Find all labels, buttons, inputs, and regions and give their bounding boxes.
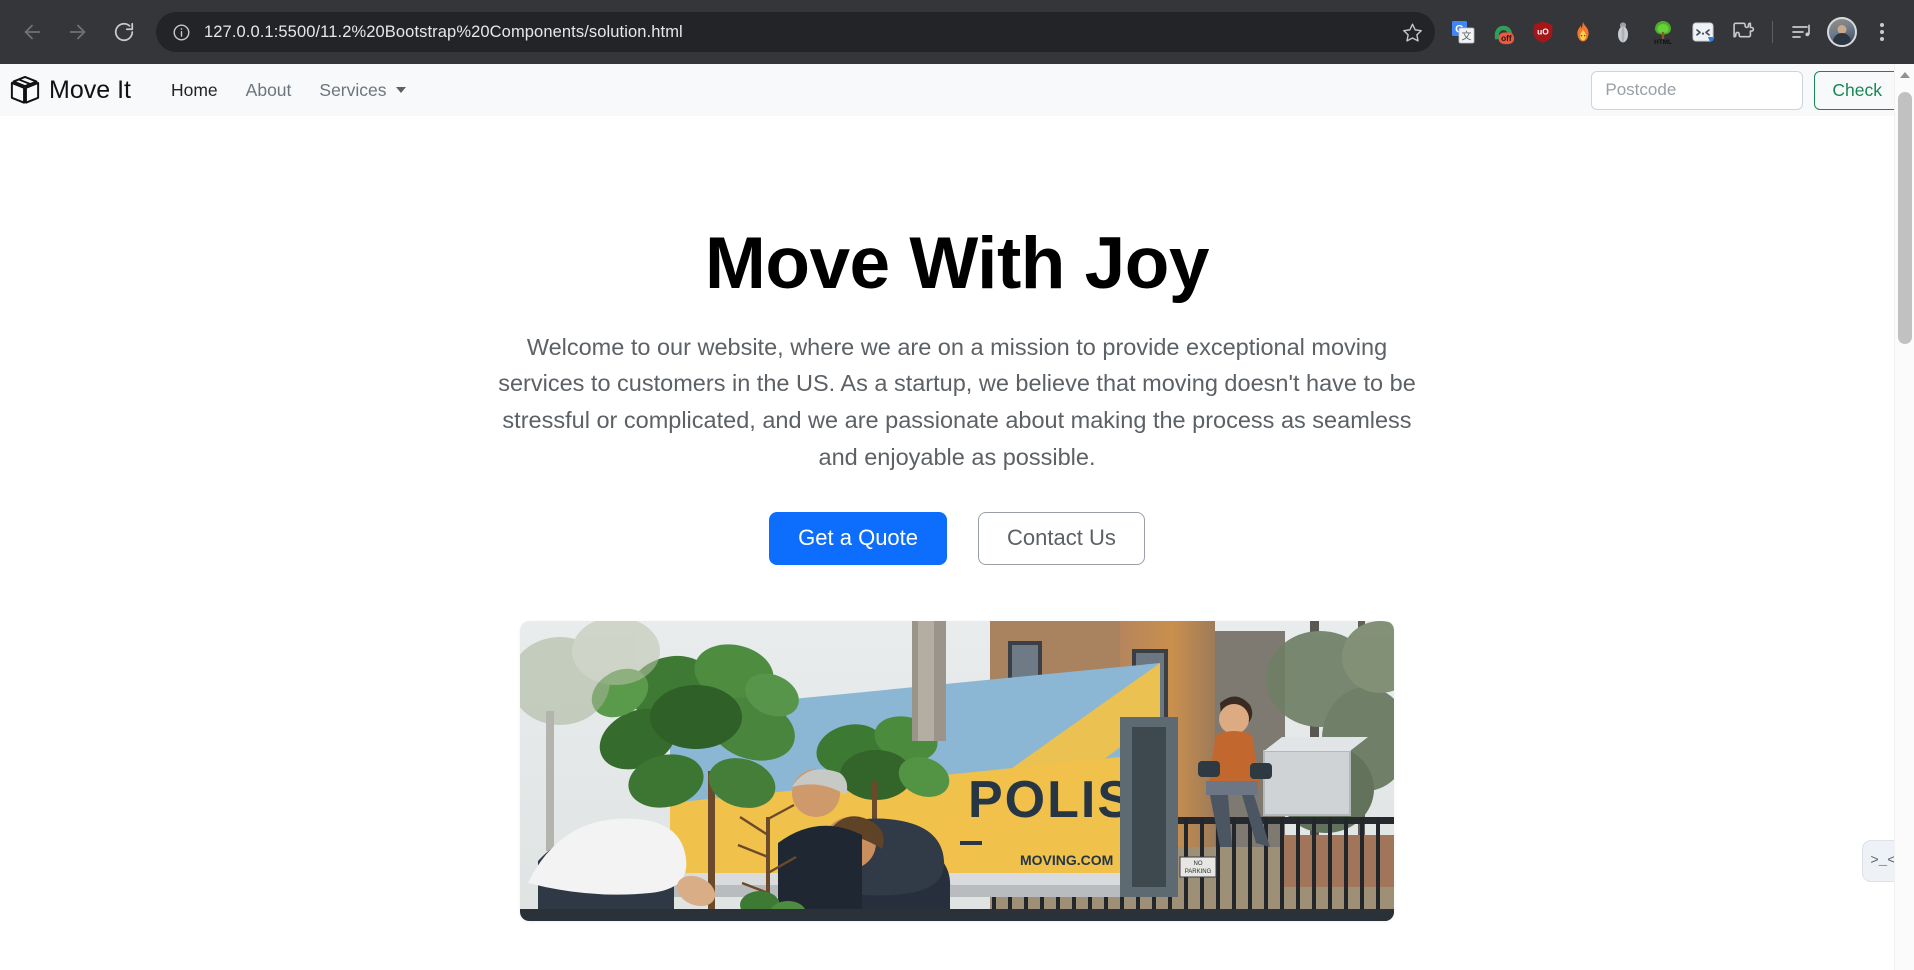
- url-text: 127.0.0.1:5500/11.2%20Bootstrap%20Compon…: [204, 22, 683, 41]
- svg-text:PARKING: PARKING: [1185, 869, 1212, 875]
- avatar: [1827, 17, 1857, 47]
- hero-image-illustration: NO PARKING POLIS G MOVING.COM (718) 7 52…: [520, 620, 1394, 921]
- nav-link-services[interactable]: Services: [305, 74, 419, 107]
- scrollbar-up-arrow[interactable]: [1895, 64, 1914, 86]
- nav-link-about[interactable]: About: [232, 74, 306, 107]
- nav-link-services-label: Services: [319, 79, 387, 100]
- back-button[interactable]: [10, 10, 54, 54]
- browser-toolbar: 127.0.0.1:5500/11.2%20Bootstrap%20Compon…: [0, 0, 1914, 64]
- hero-subtitle: Welcome to our website, where we are on …: [498, 333, 1416, 470]
- nav-link-home[interactable]: Home: [157, 74, 232, 107]
- address-bar[interactable]: 127.0.0.1:5500/11.2%20Bootstrap%20Compon…: [156, 12, 1435, 52]
- check-button[interactable]: Check: [1814, 70, 1900, 110]
- media-playlist-icon[interactable]: [1782, 10, 1822, 54]
- navigation-buttons: [10, 10, 146, 54]
- extensions-tray: G 文 off uO: [1443, 10, 1904, 54]
- postcode-input[interactable]: [1591, 70, 1804, 110]
- svg-text:NO: NO: [1194, 861, 1203, 867]
- get-a-quote-button[interactable]: Get a Quote: [769, 512, 948, 565]
- chrome-menu-button[interactable]: [1862, 10, 1902, 54]
- brand-name: Move It: [49, 75, 131, 104]
- bug-extension-icon[interactable]: [1603, 10, 1643, 54]
- page-scrollbar[interactable]: [1894, 64, 1914, 970]
- hero-image: NO PARKING POLIS G MOVING.COM (718) 7 52…: [520, 620, 1394, 921]
- svg-text:off: off: [1501, 33, 1512, 43]
- fire-extension-icon[interactable]: [1563, 10, 1603, 54]
- profile-avatar[interactable]: [1822, 10, 1862, 54]
- scrollbar-thumb[interactable]: [1898, 92, 1912, 344]
- contact-us-button[interactable]: Contact Us: [978, 512, 1145, 565]
- svg-text:HTML: HTML: [1654, 39, 1672, 45]
- site-navbar: Move It Home About Services Check: [0, 64, 1914, 116]
- kebab-menu-icon: [1880, 30, 1884, 34]
- extensions-puzzle-icon[interactable]: [1723, 10, 1763, 54]
- nav-link-about-label: About: [245, 79, 292, 100]
- hero-actions: Get a Quote Contact Us: [0, 512, 1914, 565]
- svg-text:文: 文: [1462, 30, 1472, 43]
- ublock-origin-extension-icon[interactable]: uO: [1523, 10, 1563, 54]
- hero-section: Move With Joy Welcome to our website, wh…: [0, 116, 1914, 921]
- box-seam-icon: [10, 75, 40, 105]
- chevron-up-icon: [1899, 72, 1910, 78]
- page-title: Move With Joy: [705, 223, 1209, 304]
- svg-text:POLIS: POLIS: [968, 771, 1134, 829]
- svg-text:uO: uO: [1537, 27, 1549, 37]
- adblock-off-extension-icon[interactable]: off: [1483, 10, 1523, 54]
- emoji-face-extension-icon[interactable]: [1683, 10, 1723, 54]
- chevron-down-icon: [395, 87, 406, 93]
- toolbar-separator: [1772, 21, 1773, 43]
- page-viewport: Move It Home About Services Check Move W…: [0, 64, 1914, 970]
- reload-button[interactable]: [102, 10, 146, 54]
- google-translate-extension-icon[interactable]: G 文: [1443, 10, 1483, 54]
- nav-links: Home About Services: [157, 74, 420, 107]
- bookmark-star-icon[interactable]: [1395, 15, 1429, 49]
- html-tree-extension-icon[interactable]: HTML: [1643, 10, 1683, 54]
- site-info-icon[interactable]: [170, 21, 192, 43]
- forward-button[interactable]: [56, 10, 100, 54]
- brand-link[interactable]: Move It: [10, 75, 131, 105]
- navbar-search-form: Check: [1591, 70, 1900, 110]
- svg-text:MOVING.COM: MOVING.COM: [1020, 852, 1113, 868]
- nav-link-home-label: Home: [170, 79, 218, 100]
